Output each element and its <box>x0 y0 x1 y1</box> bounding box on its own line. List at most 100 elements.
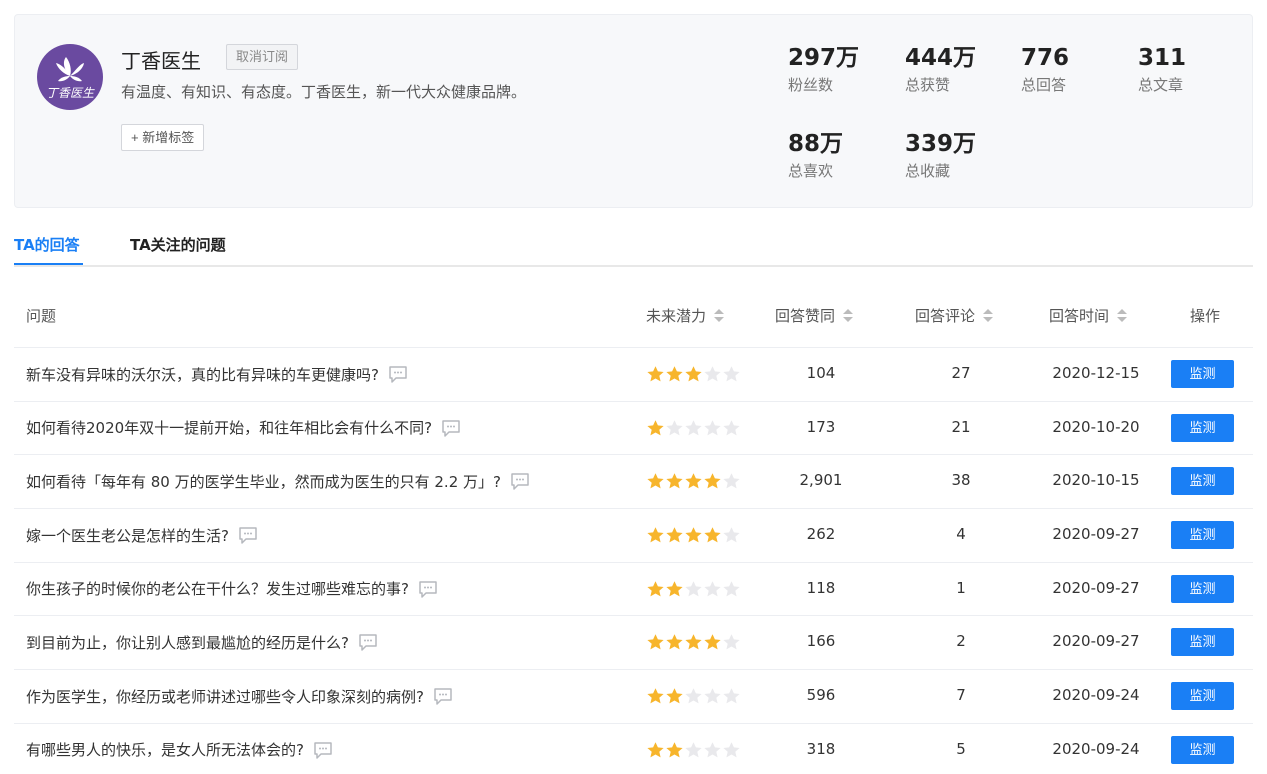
table-header: 问题 未来潜力 回答赞同 回答评论 回答时间 操作 <box>14 290 1253 348</box>
unsubscribe-button[interactable]: 取消订阅 <box>226 44 299 70</box>
stat-label: 总获赞 <box>905 76 951 94</box>
stat-followers: 297万 粉丝数 <box>788 44 859 95</box>
sort-icon[interactable] <box>843 308 854 323</box>
header-comments[interactable]: 回答评论 <box>915 305 994 326</box>
question-link[interactable]: 作为医学生，你经历或老师讲述过哪些令人印象深刻的病例? <box>26 686 424 707</box>
question-link[interactable]: 如何看待「每年有 80 万的医学生毕业，然而成为医生的只有 2.2 万」? <box>26 471 501 492</box>
likes-cell: 596 <box>806 686 836 705</box>
stat-value: 339万 <box>905 131 977 157</box>
header-action: 操作 <box>1190 305 1220 326</box>
comments-cell: 5 <box>956 739 966 758</box>
potential-stars <box>646 419 741 437</box>
profile-name: 丁香医生 <box>121 49 201 73</box>
star-filled-icon <box>666 366 683 382</box>
star-filled-icon <box>704 473 721 489</box>
monitor-button[interactable]: 监测 <box>1171 521 1234 550</box>
comment-icon[interactable] <box>312 739 334 761</box>
comment-icon[interactable] <box>387 363 409 385</box>
star-filled-icon <box>647 742 664 758</box>
star-filled-icon <box>704 634 721 650</box>
star-filled-icon <box>647 688 664 704</box>
monitor-button[interactable]: 监测 <box>1171 628 1234 657</box>
star-filled-icon <box>685 366 702 382</box>
stat-label: 总收藏 <box>905 162 951 180</box>
monitor-button[interactable]: 监测 <box>1171 735 1234 764</box>
date-cell: 2020-12-15 <box>1052 364 1140 382</box>
header-question-label: 问题 <box>26 307 57 325</box>
question-link[interactable]: 新车没有异味的沃尔沃，真的比有异味的车更健康吗? <box>26 364 379 385</box>
likes-cell: 173 <box>806 417 836 436</box>
monitor-button[interactable]: 监测 <box>1171 413 1234 442</box>
star-filled-icon <box>647 419 664 436</box>
monitor-button[interactable]: 监测 <box>1171 467 1234 496</box>
stat-value: 444万 <box>905 45 977 71</box>
potential-stars <box>646 526 741 544</box>
comments-cell: 27 <box>951 364 971 382</box>
question-cell: 作为医学生，你经历或老师讲述过哪些令人印象深刻的病例? <box>26 685 454 707</box>
comment-icon[interactable] <box>357 631 379 653</box>
header-action-label: 操作 <box>1190 307 1221 325</box>
date-cell: 2020-09-27 <box>1052 525 1140 544</box>
star-empty-icon <box>685 688 702 704</box>
header-potential[interactable]: 未来潜力 <box>646 305 725 326</box>
star-empty-icon <box>723 473 740 489</box>
monitor-button[interactable]: 监测 <box>1171 574 1234 603</box>
monitor-button[interactable]: 监测 <box>1171 360 1234 388</box>
question-link[interactable]: 有哪些男人的快乐，是女人所无法体会的? <box>26 739 304 760</box>
header-likes[interactable]: 回答赞同 <box>775 305 854 326</box>
header-date[interactable]: 回答时间 <box>1049 305 1128 326</box>
likes-cell: 2,901 <box>799 471 843 490</box>
avatar: 丁香医生 <box>37 44 103 110</box>
stat-label: 总回答 <box>1021 76 1067 94</box>
star-filled-icon <box>666 473 683 489</box>
stat-value: 88万 <box>788 131 844 157</box>
star-empty-icon <box>723 688 740 704</box>
date-cell: 2020-09-24 <box>1052 739 1140 758</box>
star-empty-icon <box>723 419 740 436</box>
comments-cell: 2 <box>956 632 966 651</box>
header-potential-label: 未来潜力 <box>646 307 707 325</box>
stat-total-articles: 311 总文章 <box>1138 44 1186 95</box>
stat-value: 776 <box>1021 45 1070 71</box>
tab-answers[interactable]: TA的回答 <box>14 234 80 255</box>
comment-icon[interactable] <box>417 578 439 600</box>
sort-icon[interactable] <box>714 308 725 323</box>
add-tag-button[interactable]: + 新增标签 <box>121 124 205 151</box>
sort-icon[interactable] <box>983 308 994 323</box>
comments-cell: 21 <box>951 417 971 436</box>
question-link[interactable]: 到目前为止，你让别人感到最尴尬的经历是什么? <box>26 632 349 653</box>
star-filled-icon <box>647 580 664 597</box>
question-cell: 新车没有异味的沃尔沃，真的比有异味的车更健康吗? <box>26 363 409 385</box>
star-filled-icon <box>666 742 683 758</box>
comment-icon[interactable] <box>432 685 454 707</box>
likes-cell: 318 <box>806 739 836 758</box>
date-cell: 2020-09-27 <box>1052 578 1140 597</box>
star-empty-icon <box>704 366 721 382</box>
answers-table: 问题 未来潜力 回答赞同 回答评论 回答时间 操作 新车没有异味的沃尔沃，真的比… <box>14 290 1253 774</box>
question-cell: 如何看待「每年有 80 万的医学生毕业，然而成为医生的只有 2.2 万」? <box>26 470 531 492</box>
comment-icon[interactable] <box>440 417 462 439</box>
date-cell: 2020-09-24 <box>1052 686 1140 705</box>
star-filled-icon <box>685 634 702 650</box>
comment-icon[interactable] <box>237 524 259 546</box>
star-empty-icon <box>685 742 702 758</box>
star-filled-icon <box>647 366 664 382</box>
comment-icon[interactable] <box>509 470 531 492</box>
tab-followed-questions[interactable]: TA关注的问题 <box>130 234 226 255</box>
question-link[interactable]: 你生孩子的时候你的老公在干什么？发生过哪些难忘的事? <box>26 578 409 599</box>
sort-icon[interactable] <box>1117 308 1128 323</box>
star-filled-icon <box>647 473 664 489</box>
potential-stars <box>646 741 741 759</box>
table-body: 新车没有异味的沃尔沃，真的比有异味的车更健康吗? 104 27 2020-12-… <box>14 348 1253 774</box>
monitor-button[interactable]: 监测 <box>1171 682 1234 711</box>
star-empty-icon <box>723 366 740 382</box>
profile-bio: 有温度、有知识、有态度。丁香医生，新一代大众健康品牌。 <box>121 83 527 101</box>
star-filled-icon <box>666 688 683 704</box>
question-link[interactable]: 如何看待2020年双十一提前开始，和往年相比会有什么不同? <box>26 417 432 438</box>
stat-total-collections: 339万 总收藏 <box>905 130 976 181</box>
star-empty-icon <box>723 742 740 758</box>
star-empty-icon <box>723 527 740 543</box>
question-cell: 你生孩子的时候你的老公在干什么？发生过哪些难忘的事? <box>26 578 439 600</box>
profile-card: 丁香医生 丁香医生 取消订阅 有温度、有知识、有态度。丁香医生，新一代大众健康品… <box>14 14 1253 208</box>
question-link[interactable]: 嫁一个医生老公是怎样的生活? <box>26 525 229 546</box>
